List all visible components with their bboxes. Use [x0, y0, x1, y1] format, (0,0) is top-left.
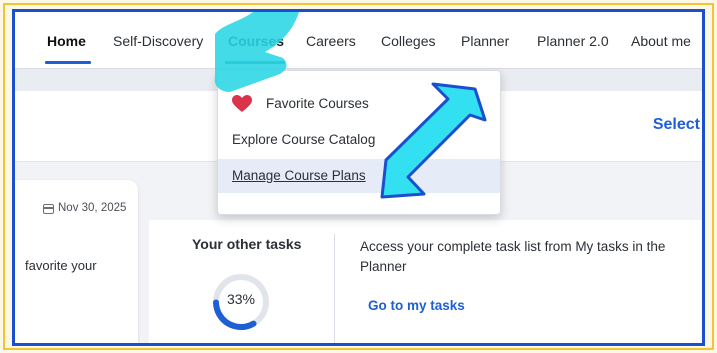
task-date: Nov 30, 2025 [58, 202, 127, 214]
courses-dropdown-menu: Favorite Courses Explore Course Catalog … [217, 70, 501, 215]
app-window: Home Self-Discovery Courses Careers Coll… [12, 9, 705, 346]
menu-item-label: Explore Course Catalog [232, 132, 376, 147]
open-tab-underline [225, 61, 285, 64]
active-tab-underline [45, 61, 91, 64]
nav-careers[interactable]: Careers [306, 33, 356, 49]
tasks-description: Access your complete task list from My t… [360, 239, 666, 274]
select-link[interactable]: Select [653, 116, 700, 134]
nav-self-discovery[interactable]: Self-Discovery [113, 33, 203, 49]
progress-percent: 33% [226, 291, 256, 307]
nav-courses[interactable]: Courses [228, 33, 284, 49]
menu-item-favorite-courses[interactable]: Favorite Courses [218, 87, 500, 121]
nav-home[interactable]: Home [47, 33, 86, 49]
menu-item-manage-course-plans[interactable]: Manage Course Plans [218, 159, 500, 193]
nav-planner-2[interactable]: Planner 2.0 [537, 33, 609, 49]
menu-item-explore-course-catalog[interactable]: Explore Course Catalog [218, 123, 500, 157]
nav-colleges[interactable]: Colleges [381, 33, 435, 49]
heart-icon [232, 95, 252, 112]
nav-about-me[interactable]: About me [631, 33, 691, 49]
calendar-icon [43, 204, 54, 214]
go-to-my-tasks-link[interactable]: Go to my tasks [368, 298, 465, 313]
menu-item-label: Manage Course Plans [232, 168, 366, 183]
other-tasks-title: Your other tasks [192, 236, 302, 252]
task-card-text: favorite your [25, 258, 97, 273]
nav-planner[interactable]: Planner [461, 33, 509, 49]
top-nav-bar: Home Self-Discovery Courses Careers Coll… [15, 12, 702, 69]
panel-divider [334, 234, 335, 343]
menu-item-label: Favorite Courses [266, 96, 369, 111]
